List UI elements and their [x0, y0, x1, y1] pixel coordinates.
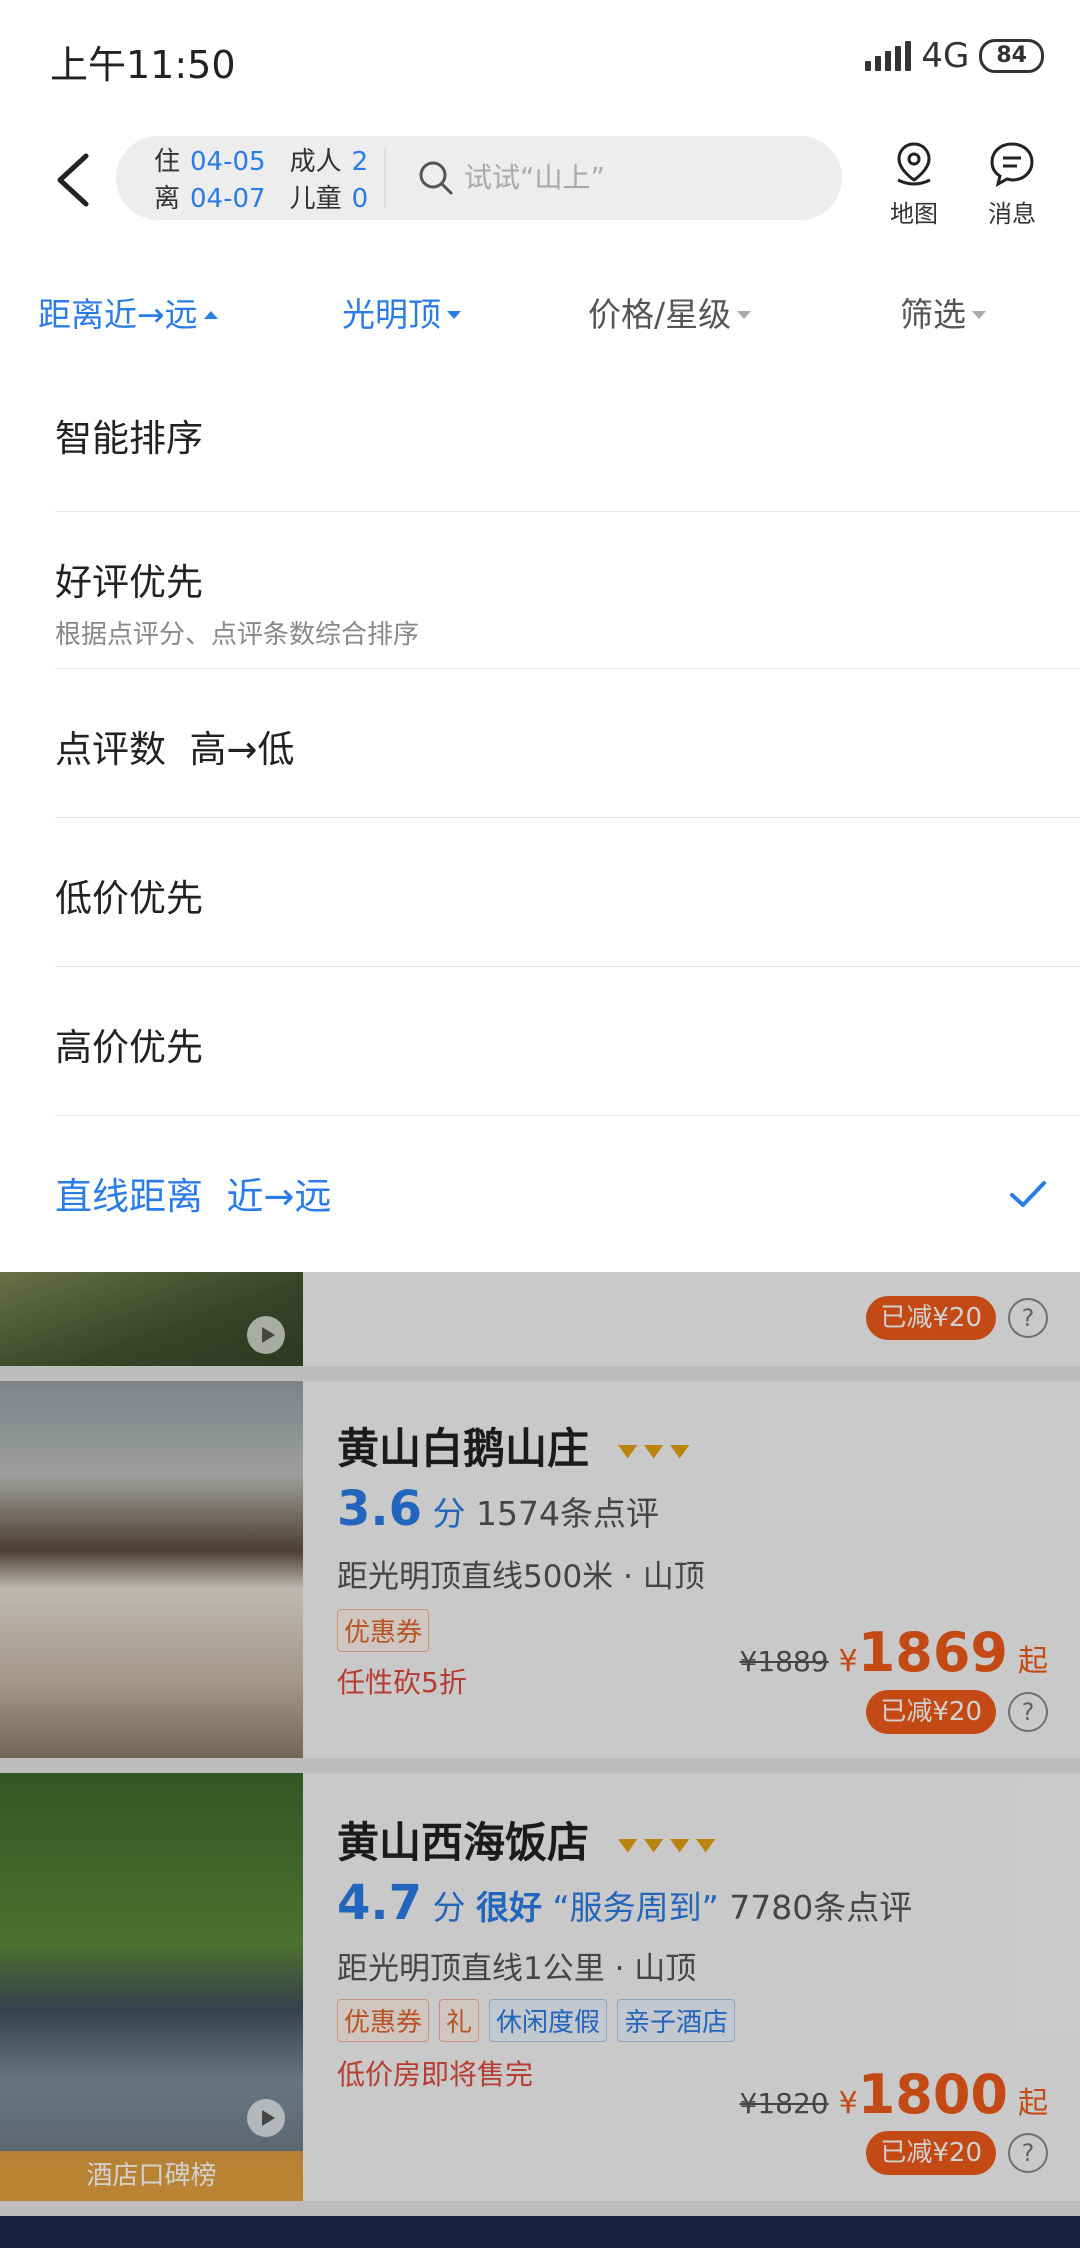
sort-dropdown: 智能排序 好评优先 根据点评分、点评条数综合排序 点评数 高→低 低价优先 高价… [0, 355, 1080, 1272]
search-bar[interactable]: 住 04-05 成人 2 离 04-07 儿童 0 试试“山上” [116, 136, 842, 220]
sort-option-title: 好评优先 [55, 561, 203, 604]
sort-option-smart[interactable]: 智能排序 [55, 355, 1080, 512]
tab-sort-label: 距离近→远 [38, 295, 198, 334]
signal-icon [865, 41, 912, 71]
adult-label: 成人 [289, 147, 342, 177]
adult-count: 2 [351, 147, 369, 177]
search-input[interactable]: 试试“山上” [464, 156, 605, 200]
tab-price-star[interactable]: 价格/星级 [588, 280, 752, 350]
child-label: 儿童 [289, 184, 342, 214]
tab-location-label: 光明顶 [342, 295, 441, 334]
sort-option-high-price[interactable]: 高价优先 [55, 967, 1080, 1116]
caret-down-icon [737, 311, 752, 319]
filter-tabs: 距离近→远 光明顶 价格/星级 筛选 [0, 280, 1080, 350]
date-guest-selector[interactable]: 住 04-05 成人 2 离 04-07 儿童 0 [154, 144, 384, 218]
checkmark-icon [1010, 1181, 1046, 1207]
search-icon [419, 161, 453, 195]
sort-option-distance[interactable]: 直线距离 近→远 [55, 1116, 1080, 1272]
tab-filter-label: 筛选 [900, 295, 966, 334]
tab-filter[interactable]: 筛选 [900, 280, 986, 350]
caret-up-icon [203, 311, 218, 319]
sort-option-title: 低价优先 [55, 877, 203, 920]
tab-sort[interactable]: 距离近→远 [38, 280, 218, 350]
map-pin-icon [897, 142, 931, 186]
divider [384, 148, 386, 208]
message-button[interactable]: 消息 [976, 140, 1048, 229]
dim-overlay[interactable] [0, 1272, 1080, 2248]
sort-option-low-price[interactable]: 低价优先 [55, 818, 1080, 967]
message-label: 消息 [988, 200, 1036, 228]
sort-option-rating[interactable]: 好评优先 根据点评分、点评条数综合排序 [55, 512, 1080, 669]
caret-down-icon [972, 311, 986, 319]
caret-down-icon [447, 311, 461, 319]
message-icon [990, 142, 1034, 187]
checkin-date: 04-05 [190, 147, 266, 177]
battery-level: 84 [979, 39, 1044, 73]
map-button[interactable]: 地图 [878, 140, 950, 229]
sort-option-title: 高价优先 [55, 1026, 203, 1069]
child-count: 0 [351, 184, 369, 214]
status-time: 上午11:50 [50, 43, 236, 87]
tab-location[interactable]: 光明顶 [342, 280, 461, 350]
network-type: 4G [921, 36, 970, 76]
map-label: 地图 [890, 200, 938, 228]
back-icon[interactable] [50, 150, 98, 210]
sort-option-title: 点评数 高→低 [55, 728, 295, 771]
checkout-label: 离 [154, 184, 181, 214]
sort-option-title: 直线距离 近→远 [55, 1175, 332, 1218]
sort-option-subtitle: 根据点评分、点评条数综合排序 [55, 620, 420, 650]
checkin-label: 住 [154, 147, 181, 177]
status-indicators: 4G 84 [865, 36, 1044, 76]
tab-price-label: 价格/星级 [588, 295, 732, 334]
sort-option-title: 智能排序 [55, 417, 203, 460]
sort-option-review-count[interactable]: 点评数 高→低 [55, 669, 1080, 818]
header: 上午11:50 4G 84 住 04-05 成人 2 离 04-07 儿童 0 [0, 0, 1080, 355]
checkout-date: 04-07 [190, 184, 266, 214]
